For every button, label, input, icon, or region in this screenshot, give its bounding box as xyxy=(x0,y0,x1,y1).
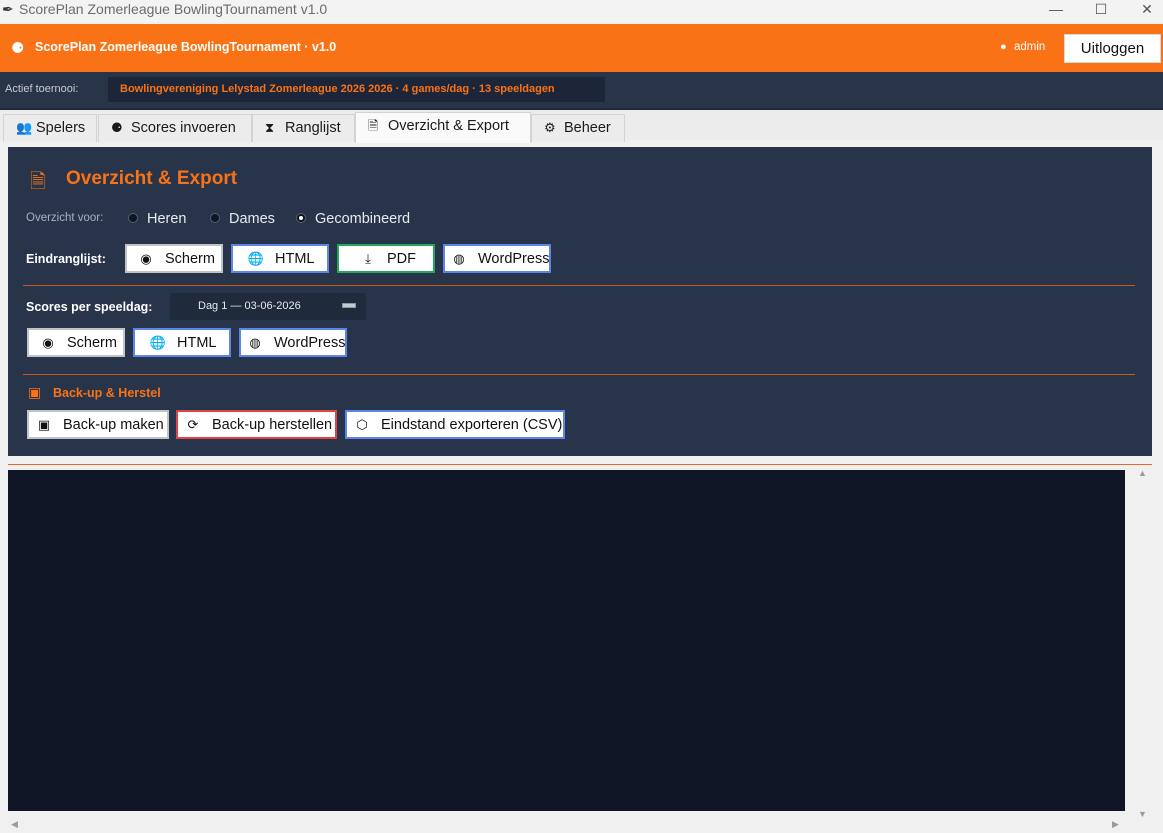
day-wordpress-button[interactable]: ◍ WordPress xyxy=(239,328,347,357)
ranking-screen-button[interactable]: ◉ Scherm xyxy=(125,244,223,273)
current-user: admin xyxy=(1014,41,1046,53)
ranking-html-button[interactable]: 🌐 HTML xyxy=(231,244,329,273)
tab-bar: 👥 Spelers ⚈ Scores invoeren ⧗ Ranglijst 🗎 Ov… xyxy=(0,108,1163,143)
export-csv-button[interactable]: ⬡ Eindstand exporteren (CSV) xyxy=(345,410,565,439)
radio-label: Dames xyxy=(229,211,275,227)
button-label: Back-up herstellen xyxy=(212,417,333,433)
box-icon: ⬡ xyxy=(356,417,368,432)
wordpress-icon: ◍ xyxy=(453,251,465,266)
active-tournament-label: Actief toernooi: xyxy=(5,83,79,95)
panel-title: Overzicht & Export xyxy=(66,168,238,189)
app-header: ⚈ ScorePlan Zomerleague BowlingTournamen… xyxy=(0,24,1163,72)
backup-create-button[interactable]: ▣ Back-up maken xyxy=(27,410,169,439)
active-tournament-value: Bowlingvereniging Lelystad Zomerleague 2… xyxy=(108,77,605,102)
button-label: Scherm xyxy=(165,251,215,267)
ranking-wordpress-button[interactable]: ◍ WordPress xyxy=(443,244,551,273)
app-brand: ScorePlan Zomerleague BowlingTournament … xyxy=(35,40,337,54)
ranking-pdf-button[interactable]: ⤓ PDF xyxy=(337,244,435,273)
tab-label: Ranglijst xyxy=(285,120,341,136)
globe-icon: 🌐 xyxy=(247,251,265,266)
scores-per-day-label: Scores per speeldag: xyxy=(26,300,153,314)
trophy-icon: ⧗ xyxy=(265,120,275,135)
radio-button[interactable] xyxy=(210,213,220,223)
globe-icon: 🌐 xyxy=(149,335,167,350)
scroll-right-icon[interactable]: ▶ xyxy=(1112,819,1119,830)
button-label: HTML xyxy=(177,335,217,351)
logout-button[interactable]: Uitloggen xyxy=(1064,34,1161,63)
document-icon: 🗎 xyxy=(30,171,47,193)
tab-label: Scores invoeren xyxy=(131,120,236,136)
window-titlebar: ✒ ScorePlan Zomerleague BowlingTournamen… xyxy=(0,0,1163,22)
maximize-button[interactable]: ☐ xyxy=(1078,0,1124,22)
button-label: WordPress xyxy=(274,335,346,351)
radio-heren[interactable]: Heren xyxy=(128,211,214,229)
active-tournament-bar: Actief toernooi: Bowlingvereniging Lelys… xyxy=(0,72,1163,108)
players-icon: 👥 xyxy=(16,120,33,135)
tab-beheer[interactable]: ⚙ Beheer xyxy=(531,114,625,142)
download-icon: ⤓ xyxy=(365,251,371,266)
vertical-scrollbar[interactable]: ▲ ▼ xyxy=(1134,466,1151,823)
eye-icon: ◉ xyxy=(42,335,54,350)
save-icon: ▣ xyxy=(28,384,42,400)
radio-label: Heren xyxy=(147,211,187,227)
scroll-up-icon[interactable]: ▲ xyxy=(1138,468,1147,478)
button-label: Back-up maken xyxy=(63,417,164,433)
radio-gecombineerd[interactable]: Gecombineerd xyxy=(296,211,426,229)
dropdown-icon xyxy=(342,303,356,308)
feather-icon: ✒ xyxy=(2,1,14,17)
tab-spelers[interactable]: 👥 Spelers xyxy=(3,114,97,142)
overview-for-label: Overzicht voor: xyxy=(26,212,104,224)
gear-icon: ⚙ xyxy=(544,120,556,135)
tab-label: Overzicht & Export xyxy=(388,118,509,134)
minimize-button[interactable]: — xyxy=(1033,0,1079,22)
tab-label: Beheer xyxy=(564,120,611,136)
tab-overzicht-export[interactable]: 🗎 Overzicht & Export xyxy=(355,112,531,143)
tab-label: Spelers xyxy=(36,120,86,136)
restore-icon: ⟳ xyxy=(187,417,199,432)
bowling-icon: ⚈ xyxy=(111,120,123,135)
day-screen-button[interactable]: ◉ Scherm xyxy=(27,328,125,357)
user-icon: ● xyxy=(1000,41,1007,53)
overview-export-panel: 🗎 Overzicht & Export Overzicht voor: Her… xyxy=(8,147,1152,456)
day-html-button[interactable]: 🌐 HTML xyxy=(133,328,231,357)
tab-scores-invoeren[interactable]: ⚈ Scores invoeren xyxy=(98,114,252,142)
eye-icon: ◉ xyxy=(140,251,152,266)
wordpress-icon: ◍ xyxy=(249,335,261,350)
button-label: Eindstand exporteren (CSV) xyxy=(381,417,563,433)
horizontal-scrollbar[interactable]: ◀ ▶ xyxy=(0,818,1163,833)
radio-button[interactable] xyxy=(128,213,138,223)
output-area[interactable] xyxy=(8,470,1125,811)
bowling-icon: ⚈ xyxy=(11,40,25,57)
document-icon: 🗎 xyxy=(368,118,379,133)
button-label: Scherm xyxy=(67,335,117,351)
button-label: HTML xyxy=(275,251,315,267)
day-select-value: Dag 1 — 03-06-2026 xyxy=(198,300,301,312)
radio-label: Gecombineerd xyxy=(315,211,411,227)
button-label: WordPress xyxy=(478,251,550,267)
backup-section-title: Back-up & Herstel xyxy=(53,386,161,400)
tab-ranglijst[interactable]: ⧗ Ranglijst xyxy=(252,114,355,142)
window-title: ScorePlan Zomerleague BowlingTournament … xyxy=(19,1,328,17)
radio-dames[interactable]: Dames xyxy=(210,211,296,229)
save-icon: ▣ xyxy=(37,417,51,432)
output-divider xyxy=(8,464,1152,465)
radio-button-selected[interactable] xyxy=(296,213,306,223)
day-select[interactable]: Dag 1 — 03-06-2026 xyxy=(170,293,366,320)
backup-restore-button[interactable]: ⟳ Back-up herstellen xyxy=(176,410,337,439)
close-button[interactable]: ✕ xyxy=(1124,0,1163,22)
button-label: PDF xyxy=(387,251,416,267)
scroll-left-icon[interactable]: ◀ xyxy=(11,819,18,830)
separator xyxy=(23,285,1135,286)
separator xyxy=(23,374,1135,375)
final-ranking-label: Eindranglijst: xyxy=(26,252,106,266)
